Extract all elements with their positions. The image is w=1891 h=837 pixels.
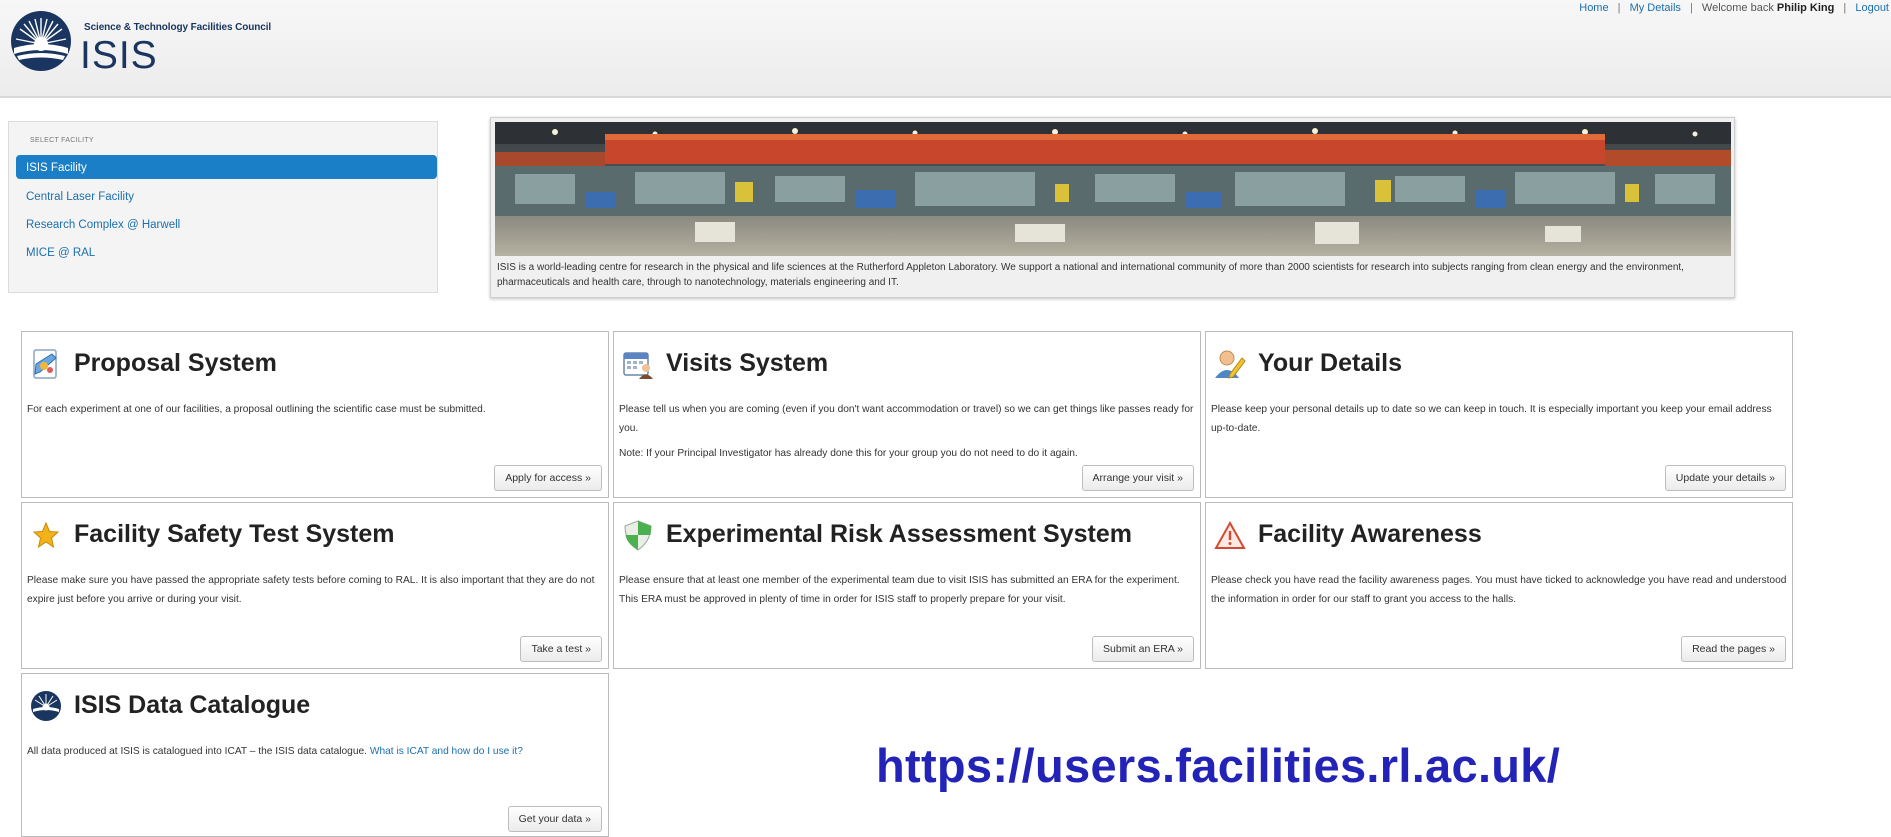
risk-assessment-card: Experimental Risk Assessment System Plea… (613, 502, 1201, 669)
card-title: ISIS Data Catalogue (74, 691, 311, 719)
card-description: All data produced at ISIS is catalogued … (27, 742, 605, 761)
site-url-text: https://users.facilities.rl.ac.uk/ (876, 739, 1561, 792)
facility-awareness-card: Facility Awareness Please check you have… (1205, 502, 1793, 669)
card-description: Please make sure you have passed the app… (27, 571, 605, 609)
welcome-text: Welcome back (1701, 2, 1774, 14)
isis-logo-icon[interactable] (10, 10, 72, 72)
card-description-text: Please make sure you have passed the app… (27, 575, 595, 605)
your-details-card: Your Details Please keep your personal d… (1205, 331, 1793, 498)
facility-banner: ISIS is a world-leading centre for resea… (490, 117, 1735, 298)
site-logo-text: ISIS (80, 34, 158, 77)
nav-home-link[interactable]: Home (1579, 2, 1608, 14)
card-description: Please tell us when you are coming (even… (619, 400, 1197, 463)
proposal-system-card: Proposal System For each experiment at o… (21, 331, 609, 498)
update-your-details-button[interactable]: Update your details » (1664, 465, 1786, 491)
nav-separator: | (1617, 2, 1621, 14)
star-icon (32, 521, 60, 549)
isis-logo-icon (31, 691, 61, 721)
nav-separator: | (1689, 2, 1693, 14)
facility-item-isis[interactable]: ISIS Facility (16, 155, 437, 179)
council-name: Science & Technology Facilities Council (84, 22, 272, 33)
nav-separator: | (1843, 2, 1847, 14)
shield-icon (624, 520, 652, 551)
card-description-text: Please check you have read the facility … (1211, 575, 1787, 605)
card-description-paragraph: All data produced at ISIS is catalogued … (27, 742, 605, 761)
visits-system-card: Visits System Please tell us when you ar… (613, 331, 1201, 498)
card-description-text: Please tell us when you are coming (even… (619, 404, 1194, 434)
what-is-icat-link[interactable]: What is ICAT and how do I use it? (370, 746, 523, 757)
card-description-text: Please keep your personal details up to … (1211, 404, 1772, 434)
card-description-text: All data produced at ISIS is catalogued … (27, 746, 367, 757)
card-description-text: Please ensure that at least one member o… (619, 575, 1180, 605)
arrange-your-visit-button[interactable]: Arrange your visit » (1081, 465, 1194, 491)
banner-caption: ISIS is a world-leading centre for resea… (497, 262, 1684, 288)
card-title: Facility Safety Test System (74, 520, 395, 548)
facility-heading: SELECT FACILITY (30, 137, 94, 144)
card-title: Proposal System (74, 349, 277, 377)
header: Science & Technology Facilities Council … (0, 0, 1891, 98)
safety-test-card: Facility Safety Test System Please make … (21, 502, 609, 669)
nav-logout-link[interactable]: Logout (1855, 2, 1889, 14)
submit-an-era-button[interactable]: Submit an ERA » (1092, 636, 1194, 662)
apply-for-access-button[interactable]: Apply for access » (494, 465, 602, 491)
card-title: Facility Awareness (1258, 520, 1482, 548)
card-description-text: For each experiment at one of our facili… (27, 404, 486, 415)
card-description: Please keep your personal details up to … (1211, 400, 1789, 438)
user-edit-icon (1215, 350, 1246, 379)
facility-item-central-laser[interactable]: Central Laser Facility (16, 184, 437, 208)
card-title: Experimental Risk Assessment System (666, 520, 1132, 548)
card-title: Visits System (666, 349, 829, 377)
card-description: For each experiment at one of our facili… (27, 400, 605, 419)
facility-item-research-complex[interactable]: Research Complex @ Harwell (16, 212, 437, 236)
card-note-text: Note: If your Principal Investigator has… (619, 448, 1078, 459)
calendar-person-icon (623, 352, 653, 379)
warning-icon (1214, 520, 1246, 549)
facility-panorama-image (495, 122, 1731, 256)
user-name: Philip King (1776, 2, 1835, 14)
proposal-icon (33, 349, 57, 379)
card-description: Please ensure that at least one member o… (619, 571, 1197, 609)
card-title: Your Details (1258, 349, 1403, 377)
facility-item-mice[interactable]: MICE @ RAL (16, 240, 437, 264)
top-nav: Home | My Details | Welcome back Philip … (1579, 2, 1889, 14)
take-a-test-button[interactable]: Take a test » (520, 636, 602, 662)
facility-selector: SELECT FACILITY ISIS Facility Central La… (8, 121, 438, 293)
card-description: Please check you have read the facility … (1211, 571, 1789, 609)
read-the-pages-button[interactable]: Read the pages » (1681, 636, 1786, 662)
nav-my-details-link[interactable]: My Details (1630, 2, 1681, 14)
data-catalogue-card: ISIS Data Catalogue All data produced at… (21, 673, 609, 837)
get-your-data-button[interactable]: Get your data » (507, 806, 602, 832)
